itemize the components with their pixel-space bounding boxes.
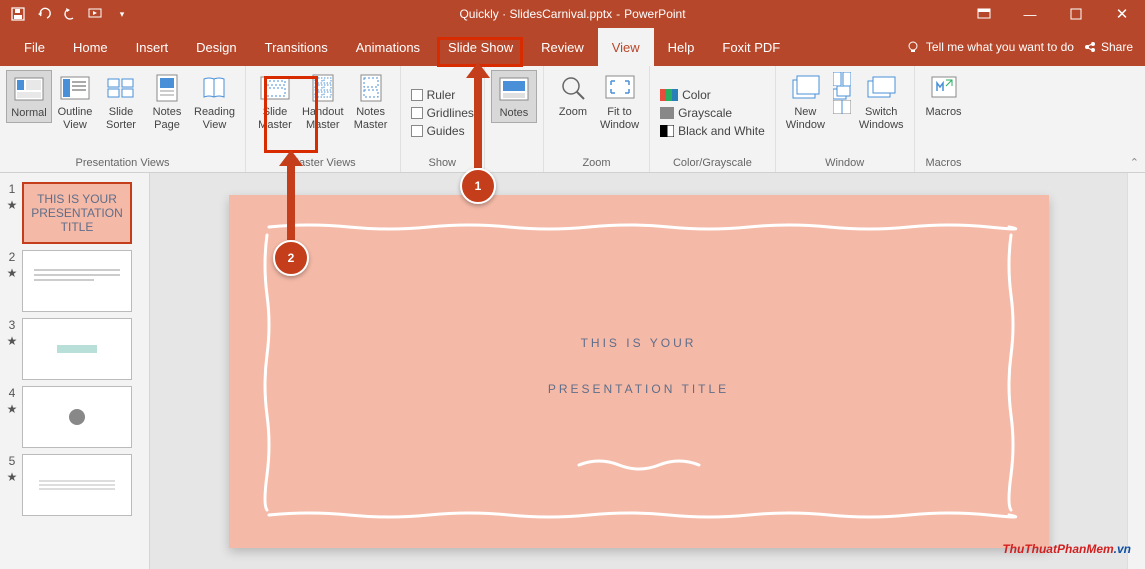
window-title: Quickly · SlidesCarnival.pptx - PowerPoi… — [459, 7, 685, 21]
zoom-button[interactable]: Zoom — [550, 70, 596, 121]
slide-thumbnails-panel[interactable]: 1★ THIS IS YOUR PRESENTATION TITLE 2★ 3★… — [0, 173, 150, 569]
star-icon: ★ — [7, 266, 18, 280]
arrange-all-button[interactable] — [833, 72, 851, 86]
slide-canvas-area[interactable]: THIS IS YOUR PRESENTATION TITLE — [150, 173, 1127, 569]
start-from-beginning-button[interactable] — [84, 2, 108, 26]
group-zoom: Zoom Fit to Window Zoom — [544, 66, 650, 172]
bw-icon — [660, 125, 674, 137]
outline-view-button[interactable]: Outline View — [52, 70, 98, 134]
color-icon — [660, 89, 678, 101]
ruler-checkbox[interactable]: Ruler — [407, 86, 460, 104]
black-white-button[interactable]: Black and White — [656, 122, 769, 140]
minimize-button[interactable]: — — [1007, 0, 1053, 28]
group-show: Ruler Gridlines Guides Show — [401, 66, 485, 172]
share-icon — [1084, 41, 1096, 53]
notes-page-button[interactable]: Notes Page — [144, 70, 190, 134]
tab-slideshow[interactable]: Slide Show — [434, 28, 527, 66]
tab-transitions[interactable]: Transitions — [251, 28, 342, 66]
group-macros: Macros Macros — [915, 66, 973, 172]
thumbnail[interactable]: 2★ — [0, 247, 149, 315]
group-presentation-views: Normal Outline View Slide Sorter Notes P… — [0, 66, 246, 172]
group-notes: Notes — [485, 66, 543, 172]
gridlines-checkbox[interactable]: Gridlines — [407, 104, 478, 122]
undo-button[interactable] — [32, 2, 56, 26]
callout-1: 1 — [460, 168, 496, 204]
grayscale-icon — [660, 107, 674, 119]
notes-button[interactable]: Notes — [491, 70, 537, 123]
save-button[interactable] — [6, 2, 30, 26]
group-master-views: Slide Master Handout Master Notes Master… — [246, 66, 401, 172]
slide-title-text[interactable]: THIS IS YOUR PRESENTATION TITLE — [548, 319, 729, 411]
quick-access-toolbar: ▾ — [0, 2, 134, 26]
maximize-button[interactable] — [1053, 0, 1099, 28]
ribbon-display-options-button[interactable] — [961, 0, 1007, 28]
collapse-ribbon-button[interactable]: ⌃ — [1130, 156, 1139, 169]
thumbnail[interactable]: 4★ — [0, 383, 149, 451]
slide[interactable]: THIS IS YOUR PRESENTATION TITLE — [229, 195, 1049, 548]
callout-2: 2 — [273, 240, 309, 276]
tab-home[interactable]: Home — [59, 28, 122, 66]
handout-master-button[interactable]: Handout Master — [298, 70, 348, 134]
tab-animations[interactable]: Animations — [342, 28, 434, 66]
share-button[interactable]: Share — [1084, 40, 1133, 54]
arrow-2 — [287, 156, 295, 240]
tab-file[interactable]: File — [10, 28, 59, 66]
star-icon: ★ — [7, 334, 18, 348]
tab-foxit[interactable]: Foxit PDF — [708, 28, 794, 66]
notes-master-button[interactable]: Notes Master — [348, 70, 394, 134]
group-color-grayscale: Color Grayscale Black and White Color/Gr… — [650, 66, 776, 172]
move-split-button[interactable] — [833, 100, 851, 114]
slide-sorter-button[interactable]: Slide Sorter — [98, 70, 144, 134]
new-window-button[interactable]: New Window — [782, 70, 829, 134]
close-button[interactable]: ✕ — [1099, 0, 1145, 28]
app-name: PowerPoint — [624, 7, 685, 21]
slide-master-button[interactable]: Slide Master — [252, 70, 298, 134]
vertical-scrollbar[interactable] — [1127, 173, 1145, 569]
group-window: New Window Switch Windows Window — [776, 66, 915, 172]
grayscale-button[interactable]: Grayscale — [656, 104, 736, 122]
star-icon: ★ — [7, 470, 18, 484]
tab-design[interactable]: Design — [182, 28, 250, 66]
cascade-button[interactable] — [833, 86, 851, 100]
arrow-1 — [474, 68, 482, 168]
ribbon-tabs: File Home Insert Design Transitions Anim… — [0, 28, 1145, 66]
tab-insert[interactable]: Insert — [122, 28, 183, 66]
tab-review[interactable]: Review — [527, 28, 598, 66]
reading-view-button[interactable]: Reading View — [190, 70, 239, 134]
ribbon: Normal Outline View Slide Sorter Notes P… — [0, 66, 1145, 173]
thumbnail[interactable]: 1★ THIS IS YOUR PRESENTATION TITLE — [0, 179, 149, 247]
tab-help[interactable]: Help — [654, 28, 709, 66]
workspace: 1★ THIS IS YOUR PRESENTATION TITLE 2★ 3★… — [0, 173, 1145, 569]
color-button[interactable]: Color — [656, 86, 715, 104]
fit-to-window-button[interactable]: Fit to Window — [596, 70, 643, 134]
document-name: Quickly · SlidesCarnival.pptx — [459, 7, 612, 21]
normal-view-button[interactable]: Normal — [6, 70, 52, 123]
thumbnail[interactable]: 3★ — [0, 315, 149, 383]
arrowhead-1 — [466, 62, 490, 78]
star-icon: ★ — [7, 402, 18, 416]
watermark: ThuThuatPhanMem.vn — [1002, 536, 1131, 559]
thumbnail[interactable]: 5★ — [0, 451, 149, 519]
window-controls: — ✕ — [961, 0, 1145, 28]
tell-me-search[interactable]: Tell me what you want to do — [906, 40, 1074, 54]
macros-button[interactable]: Macros — [921, 70, 967, 121]
titlebar: ▾ Quickly · SlidesCarnival.pptx - PowerP… — [0, 0, 1145, 28]
redo-button[interactable] — [58, 2, 82, 26]
guides-checkbox[interactable]: Guides — [407, 122, 469, 140]
switch-windows-button[interactable]: Switch Windows — [855, 70, 908, 134]
star-icon: ★ — [7, 198, 18, 212]
qat-customize-button[interactable]: ▾ — [110, 2, 134, 26]
arrowhead-2 — [279, 150, 303, 166]
tab-view[interactable]: View — [598, 28, 654, 66]
lightbulb-icon — [906, 40, 920, 54]
